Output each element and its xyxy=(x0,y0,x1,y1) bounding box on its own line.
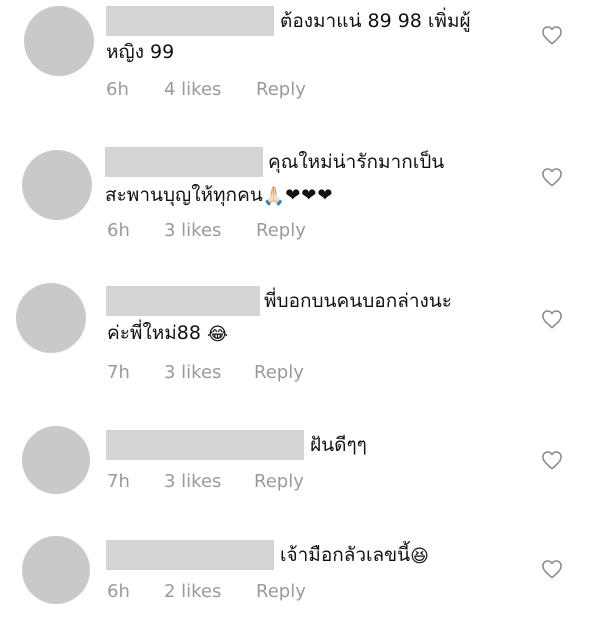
praying-hands-emoji: 🙏🏻 xyxy=(262,186,286,207)
comment-text-line: ต้องมาแน่ 89 98 เพิ่มผู้ xyxy=(280,10,471,32)
reply-button[interactable]: Reply xyxy=(254,361,304,385)
avatar[interactable] xyxy=(16,283,86,353)
comment-item: พี่บอกบนคนบอกล่างนะ ค่ะพี่ใหม่88 😂 7h 3 … xyxy=(0,282,600,392)
likes-count[interactable]: 4 likes xyxy=(164,78,221,102)
comment-meta: 6h 4 likes Reply xyxy=(0,78,600,102)
tears-of-joy-emoji: 😂 xyxy=(207,324,229,345)
grinning-squinting-emoji: 😆 xyxy=(410,546,429,567)
comment-meta: 6h 2 likes Reply xyxy=(0,580,600,604)
likes-count[interactable]: 3 likes xyxy=(164,361,221,385)
comment-text-line: ค่ะพี่ใหม่88 😂 xyxy=(107,318,228,350)
heart-outline-icon[interactable] xyxy=(541,309,563,329)
comment-text-line: พี่บอกบนคนบอกล่างนะ xyxy=(264,290,453,312)
comment-text: สะพานบุญให้ทุกคน xyxy=(105,184,263,206)
comment-text-line: คุณใหม่น่ารักมากเป็น xyxy=(268,151,445,173)
heart-outline-icon[interactable] xyxy=(541,559,563,579)
comment-timestamp: 6h xyxy=(107,220,130,241)
comment-item: เจ้ามือกลัวเลขนี้😆 6h 2 likes Reply xyxy=(0,530,600,630)
likes-count[interactable]: 3 likes xyxy=(164,219,221,243)
reply-button[interactable]: Reply xyxy=(256,78,306,102)
comment-item: คุณใหม่น่ารักมากเป็น สะพานบุญให้ทุกคน🙏🏻❤… xyxy=(0,140,600,260)
comment-meta: 7h 3 likes Reply xyxy=(0,361,600,385)
hearts-emoji: ❤❤❤ xyxy=(285,185,334,206)
comment-text: ค่ะพี่ใหม่88 xyxy=(107,322,201,344)
comment-text-line: สะพานบุญให้ทุกคน🙏🏻❤❤❤ xyxy=(105,180,333,212)
heart-outline-icon[interactable] xyxy=(541,25,563,45)
comment-meta: 7h 3 likes Reply xyxy=(0,470,600,494)
heart-outline-icon[interactable] xyxy=(541,450,563,470)
avatar[interactable] xyxy=(24,6,94,76)
likes-count[interactable]: 2 likes xyxy=(164,580,221,604)
comment-item: ฝันดีๆๆ 7h 3 likes Reply xyxy=(0,420,600,510)
reply-button[interactable]: Reply xyxy=(256,219,306,243)
comment-timestamp: 6h xyxy=(106,79,129,100)
username-redacted[interactable] xyxy=(106,6,274,36)
avatar[interactable] xyxy=(22,150,92,220)
reply-button[interactable]: Reply xyxy=(254,470,304,494)
comment-text-line: ฝันดีๆๆ xyxy=(310,434,367,456)
comment-text: เจ้ามือกลัวเลขนี้ xyxy=(280,544,411,566)
comment-text-line: เจ้ามือกลัวเลขนี้😆 xyxy=(280,540,429,572)
comment-meta: 6h 3 likes Reply xyxy=(0,219,600,243)
comment-item: ต้องมาแน่ 89 98 เพิ่มผู้ หญิง 99 6h 4 li… xyxy=(0,0,600,120)
username-redacted[interactable] xyxy=(105,147,263,177)
username-redacted[interactable] xyxy=(106,540,274,570)
likes-count[interactable]: 3 likes xyxy=(164,470,221,494)
username-redacted[interactable] xyxy=(106,430,304,460)
comment-timestamp: 7h xyxy=(107,471,130,492)
reply-button[interactable]: Reply xyxy=(256,580,306,604)
comment-timestamp: 7h xyxy=(107,362,130,383)
comment-text-line: หญิง 99 xyxy=(106,41,175,63)
heart-outline-icon[interactable] xyxy=(541,167,563,187)
username-redacted[interactable] xyxy=(106,286,260,316)
comment-timestamp: 6h xyxy=(107,581,130,602)
